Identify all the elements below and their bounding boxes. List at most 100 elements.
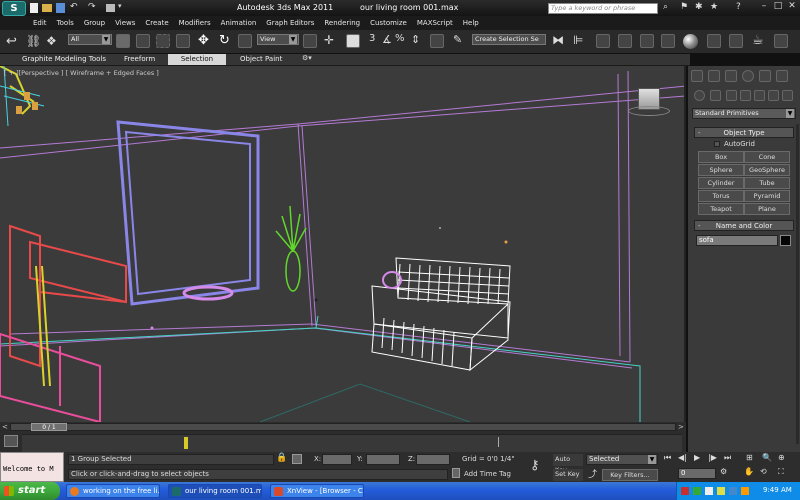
orbit-icon[interactable]: ⟲ xyxy=(760,467,767,476)
go-to-start-icon[interactable]: ⏮ xyxy=(664,453,671,463)
taskbar-clock[interactable]: 9:49 AM xyxy=(763,486,792,494)
maxscript-listener[interactable]: Welcome to M xyxy=(0,452,64,482)
lights-category-icon[interactable] xyxy=(726,90,737,101)
select-by-name-icon[interactable] xyxy=(136,34,150,48)
search-icon[interactable]: ⌕ xyxy=(663,2,668,12)
undo-icon[interactable]: ↶ xyxy=(70,2,78,12)
graphite-toggle-icon[interactable] xyxy=(618,34,632,48)
start-button[interactable]: start xyxy=(0,482,60,500)
tray-icon-4[interactable] xyxy=(717,487,725,495)
maximize-button[interactable]: □ xyxy=(772,1,784,13)
menu-modifiers[interactable]: Modifiers xyxy=(174,19,216,27)
viewcube-ring[interactable] xyxy=(628,106,670,116)
primitive-tube-button[interactable]: Tube xyxy=(744,177,790,189)
project-folder-icon[interactable] xyxy=(106,4,115,12)
display-tab-icon[interactable] xyxy=(759,70,771,82)
tray-icon-5[interactable] xyxy=(729,487,737,495)
cameras-category-icon[interactable] xyxy=(740,90,751,101)
selection-filter-dropdown[interactable]: All ▼ xyxy=(68,34,112,45)
key-tangent-icon[interactable]: ⤴ xyxy=(588,467,597,480)
object-type-rollout-header[interactable]: - Object Type xyxy=(694,127,794,138)
key-mode-dropdown[interactable]: Selected ▼ xyxy=(586,454,658,465)
time-config-icon[interactable]: ⚙ xyxy=(720,467,727,476)
ribbon-tab-selection[interactable]: Selection xyxy=(168,54,226,65)
bind-space-warp-icon[interactable]: ❖ xyxy=(46,34,57,48)
select-object-icon[interactable] xyxy=(116,34,130,48)
new-file-icon[interactable] xyxy=(30,3,38,13)
favorites-icon[interactable]: ★ xyxy=(710,2,718,12)
menu-graph-editors[interactable]: Graph Editors xyxy=(261,19,319,27)
modify-tab-icon[interactable] xyxy=(708,70,720,82)
primitive-pyramid-button[interactable]: Pyramid xyxy=(744,190,790,202)
primitive-sphere-button[interactable]: Sphere xyxy=(698,164,744,176)
named-selection-sets-dropdown[interactable]: Create Selection Se xyxy=(472,34,546,45)
taskbar-task-3dsmax[interactable]: our living room 001.m... xyxy=(168,484,262,498)
helpers-category-icon[interactable] xyxy=(754,90,765,101)
keyboard-shortcut-override-icon[interactable] xyxy=(346,34,360,48)
open-file-icon[interactable] xyxy=(42,4,52,12)
named-selection-pencil-icon[interactable]: ✎ xyxy=(453,33,462,46)
ribbon-options-icon[interactable]: ⚙▾ xyxy=(302,54,312,62)
pan-icon[interactable]: ✋ xyxy=(744,467,754,476)
ribbon-tab-object-paint[interactable]: Object Paint xyxy=(240,55,282,63)
redo-icon[interactable]: ↷ xyxy=(88,2,96,12)
geometry-category-icon[interactable] xyxy=(694,90,705,101)
tray-icon-2[interactable] xyxy=(693,487,701,495)
perspective-viewport[interactable]: [ + ][Perspective ] [ Wireframe + Edged … xyxy=(0,66,686,422)
time-slider-thumb[interactable]: 0 / 1 xyxy=(31,423,67,431)
align-icon[interactable]: ⊫ xyxy=(573,33,583,47)
communication-center-icon[interactable]: ✱ xyxy=(695,2,703,12)
select-and-link-icon[interactable]: ⛓ xyxy=(26,34,41,48)
create-tab-icon[interactable] xyxy=(691,70,703,82)
viewport-label[interactable]: [ + ][Perspective ] [ Wireframe + Edged … xyxy=(4,69,159,77)
primitive-cone-button[interactable]: Cone xyxy=(744,151,790,163)
key-mode-toggle-icon[interactable]: ⊞ xyxy=(746,453,753,462)
menu-tools[interactable]: Tools xyxy=(52,19,79,27)
primitive-torus-button[interactable]: Torus xyxy=(698,190,744,202)
ribbon-tab-freeform[interactable]: Freeform xyxy=(124,55,155,63)
next-frame-button[interactable]: > xyxy=(678,423,684,431)
primitive-teapot-button[interactable]: Teapot xyxy=(698,203,744,215)
menu-create[interactable]: Create xyxy=(140,19,173,27)
angle-snap-icon[interactable]: ∡ xyxy=(382,33,392,46)
time-slider[interactable]: 0 / 1 xyxy=(10,423,676,431)
go-to-end-icon[interactable]: ⏭ xyxy=(724,453,731,463)
add-time-tag-button[interactable]: Add Time Tag xyxy=(464,470,511,478)
tray-icon-1[interactable] xyxy=(681,487,689,495)
name-color-rollout-header[interactable]: - Name and Color xyxy=(694,220,794,231)
pivot-center-icon[interactable] xyxy=(303,34,317,48)
hierarchy-tab-icon[interactable] xyxy=(725,70,737,82)
help-icon[interactable]: ? xyxy=(736,2,741,12)
render-production-icon[interactable]: ☕ xyxy=(752,33,764,48)
absolute-mode-icon[interactable] xyxy=(292,454,302,464)
menu-animation[interactable]: Animation xyxy=(216,19,262,27)
primitive-geosphere-button[interactable]: GeoSphere xyxy=(744,164,790,176)
utilities-tab-icon[interactable] xyxy=(776,70,788,82)
lock-selection-icon[interactable]: 🔒 xyxy=(276,453,287,463)
key-marker[interactable] xyxy=(184,437,188,449)
undo-toolbar-icon[interactable]: ↩ xyxy=(6,34,17,49)
autogrid-checkbox[interactable] xyxy=(714,141,720,147)
window-crossing-icon[interactable] xyxy=(176,34,190,48)
taskbar-task-browser[interactable]: working on the free li... xyxy=(66,484,160,498)
set-key-mode-icon[interactable]: ⚷ xyxy=(530,458,540,473)
primitive-plane-button[interactable]: Plane xyxy=(744,203,790,215)
motion-tab-icon[interactable] xyxy=(742,70,754,82)
render-setup-icon[interactable] xyxy=(707,34,721,48)
zoom-icon[interactable]: 🔍 xyxy=(762,453,772,462)
zoom-all-icon[interactable]: ⊕ xyxy=(778,453,785,462)
menu-views[interactable]: Views xyxy=(110,19,140,27)
menu-maxscript[interactable]: MAXScript xyxy=(412,19,458,27)
render-iterative-icon[interactable] xyxy=(774,34,788,48)
layer-manager-icon[interactable] xyxy=(596,34,610,48)
menu-customize[interactable]: Customize xyxy=(365,19,412,27)
search-input[interactable]: Type a keyword or phrase xyxy=(548,3,658,14)
current-frame-field[interactable]: 0 xyxy=(678,468,716,479)
close-button[interactable]: ✕ xyxy=(786,1,798,13)
move-icon[interactable]: ✥ xyxy=(198,33,209,48)
prev-frame-button[interactable]: < xyxy=(2,423,8,431)
next-frame-icon[interactable]: |▶ xyxy=(708,453,717,462)
primitive-box-button[interactable]: Box xyxy=(698,151,744,163)
mirror-icon[interactable]: ⧓ xyxy=(552,33,564,47)
command-panel-scrollbar[interactable] xyxy=(796,124,799,444)
